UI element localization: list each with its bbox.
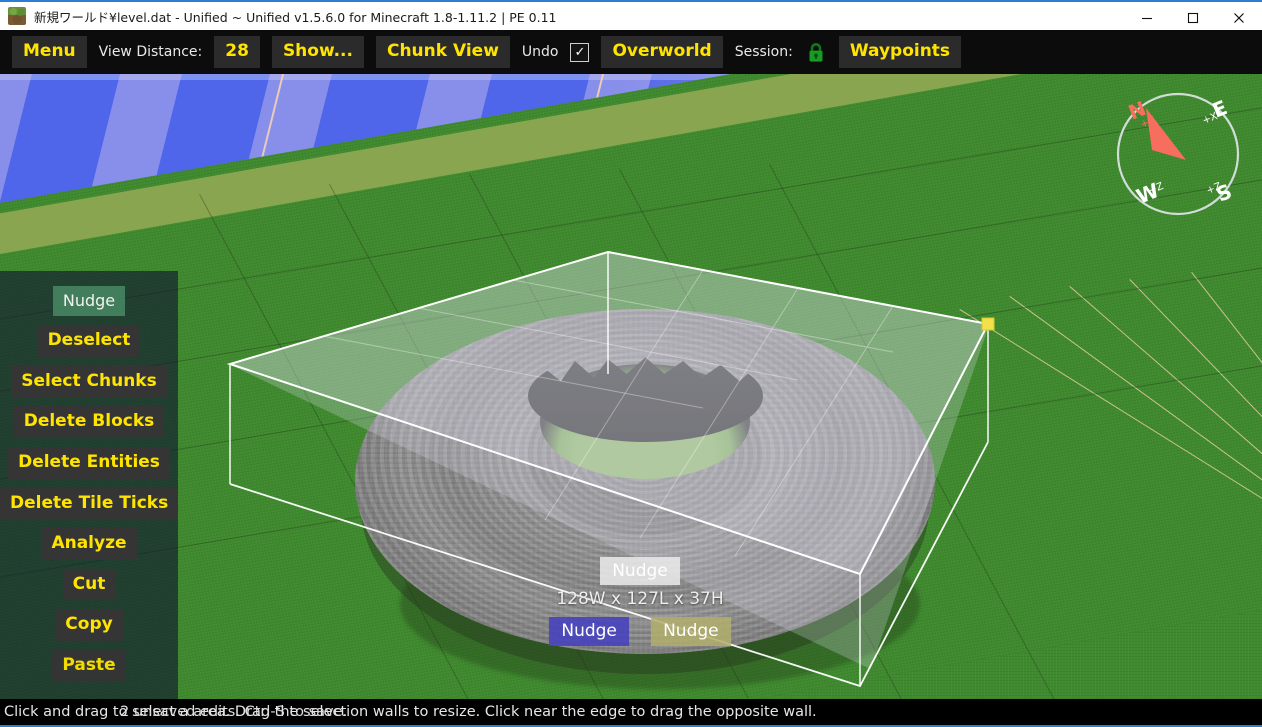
selection-dimensions: 128W x 127L x 37H bbox=[556, 589, 724, 610]
main-toolbar: Menu View Distance: 28 Show... Chunk Vie… bbox=[0, 30, 1262, 74]
waypoints-button[interactable]: Waypoints bbox=[838, 36, 962, 68]
nudge-button-olive[interactable]: Nudge bbox=[651, 617, 731, 646]
status-unsaved: 2 unsaved edits. Ctrl-S to save. bbox=[120, 704, 348, 720]
chunk-view-button[interactable]: Chunk View bbox=[375, 36, 510, 68]
selection-nudge-controls: Nudge 128W x 127L x 37H Nudge Nudge bbox=[540, 557, 740, 646]
title-bar: 新規ワールド¥level.dat - Unified ~ Unified v1.… bbox=[0, 0, 1262, 30]
close-icon[interactable] bbox=[1216, 4, 1262, 32]
session-label: Session: bbox=[734, 44, 793, 60]
sidebar-item-copy[interactable]: Copy bbox=[55, 609, 123, 641]
checkmark-icon: ✓ bbox=[574, 44, 586, 60]
window-controls bbox=[1124, 4, 1262, 32]
undo-checkbox[interactable]: ✓ bbox=[570, 42, 590, 62]
view-distance-label: View Distance: bbox=[98, 44, 203, 60]
tool-options-buttons: Nudge Deselect Select Chunks Delete Bloc… bbox=[0, 277, 179, 690]
sidebar-item-delete-entities[interactable]: Delete Entities bbox=[8, 447, 170, 479]
status-bar: Click and drag to select a area. Drag th… bbox=[0, 699, 1262, 727]
maximize-icon[interactable] bbox=[1170, 4, 1216, 32]
view-distance-value[interactable]: 28 bbox=[214, 36, 260, 68]
sidebar-item-delete-tile-ticks[interactable]: Delete Tile Ticks bbox=[0, 487, 179, 520]
sidebar-item-deselect[interactable]: Deselect bbox=[37, 325, 141, 357]
sidebar-item-nudge[interactable]: Nudge bbox=[52, 286, 126, 317]
window-title: 新規ワールド¥level.dat - Unified ~ Unified v1.… bbox=[34, 9, 557, 25]
sidebar-item-paste[interactable]: Paste bbox=[52, 649, 126, 682]
sidebar-item-analyze[interactable]: Analyze bbox=[41, 528, 137, 560]
show-button[interactable]: Show... bbox=[271, 36, 364, 68]
sidebar-item-cut[interactable]: Cut bbox=[62, 568, 116, 601]
nudge-button-primary[interactable]: Nudge bbox=[600, 557, 680, 586]
sidebar-item-select-chunks[interactable]: Select Chunks bbox=[11, 365, 167, 398]
dimension-button[interactable]: Overworld bbox=[601, 36, 723, 68]
app-icon bbox=[8, 7, 26, 25]
sidebar-item-delete-blocks[interactable]: Delete Blocks bbox=[13, 406, 165, 439]
undo-label: Undo bbox=[521, 44, 559, 60]
minimize-icon[interactable] bbox=[1124, 4, 1170, 32]
application-window: 新規ワールド¥level.dat - Unified ~ Unified v1.… bbox=[0, 0, 1262, 727]
3d-viewport[interactable]: Nudge Deselect Select Chunks Delete Bloc… bbox=[0, 74, 1262, 699]
compass-widget[interactable]: N +X E +X S +Z W +Z bbox=[1108, 84, 1248, 224]
green-padlock-icon[interactable] bbox=[807, 42, 825, 63]
nudge-button-blue[interactable]: Nudge bbox=[549, 617, 629, 646]
menu-button[interactable]: Menu bbox=[12, 36, 87, 68]
